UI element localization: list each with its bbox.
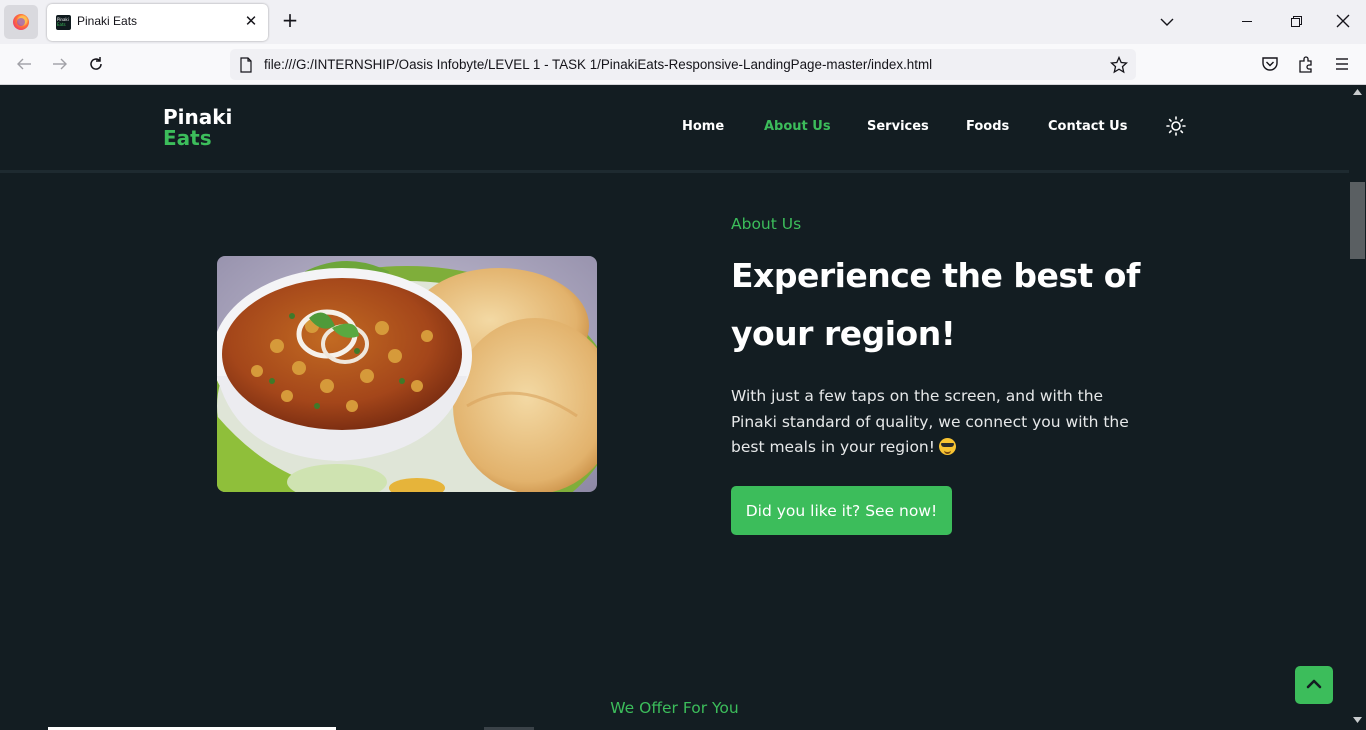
nav-link-contact-us[interactable]: Contact Us bbox=[1048, 119, 1127, 134]
firefox-logo-icon bbox=[13, 14, 29, 30]
page-icon bbox=[240, 57, 252, 73]
main-nav: Home About Us Services Foods Contact Us bbox=[0, 119, 1349, 139]
tab-close-icon[interactable]: ✕ bbox=[243, 14, 259, 30]
pocket-icon[interactable] bbox=[1261, 55, 1279, 73]
browser-nav-bar: file:///G:/INTERNSHIP/Oasis Infobyte/LEV… bbox=[0, 44, 1366, 85]
site-header: Pinaki Eats Home About Us Services Foods… bbox=[0, 85, 1349, 173]
nav-link-foods[interactable]: Foods bbox=[966, 119, 1009, 134]
scroll-down-arrow-icon[interactable] bbox=[1353, 717, 1362, 723]
web-page: Pinaki Eats Home About Us Services Foods… bbox=[0, 85, 1349, 730]
window-minimize-icon[interactable] bbox=[1242, 21, 1252, 22]
url-bar[interactable]: file:///G:/INTERNSHIP/Oasis Infobyte/LEV… bbox=[230, 49, 1136, 80]
browser-tab[interactable]: Pinaki Eats Pinaki Eats ✕ bbox=[47, 4, 268, 41]
list-all-tabs-icon[interactable] bbox=[1158, 13, 1176, 31]
bookmark-star-icon[interactable] bbox=[1110, 56, 1128, 74]
window-restore-icon[interactable] bbox=[1291, 16, 1302, 27]
favicon-text-2: Eats bbox=[57, 22, 66, 27]
extensions-icon[interactable] bbox=[1297, 55, 1315, 73]
about-description-text: With just a few taps on the screen, and … bbox=[731, 387, 1129, 456]
food-image bbox=[217, 256, 597, 492]
page-scrollbar[interactable] bbox=[1349, 85, 1366, 730]
scroll-up-arrow-icon[interactable] bbox=[1353, 89, 1362, 95]
sunglasses-emoji-icon bbox=[938, 438, 956, 455]
tab-favicon: Pinaki Eats bbox=[56, 15, 71, 30]
chevron-up-icon bbox=[1306, 679, 1322, 689]
about-kicker: About Us bbox=[731, 215, 802, 233]
tab-title: Pinaki Eats bbox=[77, 14, 138, 28]
nav-link-about-us[interactable]: About Us bbox=[764, 119, 831, 134]
browser-tab-bar: Pinaki Eats Pinaki Eats ✕ + bbox=[0, 0, 1366, 44]
nav-link-home[interactable]: Home bbox=[682, 119, 724, 134]
nav-link-services[interactable]: Services bbox=[867, 119, 929, 134]
sun-icon[interactable] bbox=[1166, 116, 1186, 136]
new-tab-button[interactable]: + bbox=[280, 10, 300, 31]
url-text[interactable]: file:///G:/INTERNSHIP/Oasis Infobyte/LEV… bbox=[264, 57, 932, 72]
back-arrow-icon[interactable] bbox=[15, 55, 33, 73]
about-title: Experience the best of your region! bbox=[731, 256, 1140, 353]
offer-heading: We Offer For You bbox=[610, 699, 739, 717]
scrollbar-thumb[interactable] bbox=[1350, 182, 1365, 259]
scroll-to-top-button[interactable] bbox=[1295, 666, 1333, 704]
firefox-menu-button[interactable] bbox=[4, 5, 38, 39]
see-now-button[interactable]: Did you like it? See now! bbox=[731, 486, 952, 535]
hamburger-menu-icon[interactable] bbox=[1333, 55, 1351, 73]
window-close-icon[interactable] bbox=[1334, 12, 1352, 30]
forward-arrow-icon[interactable] bbox=[51, 55, 69, 73]
about-description: With just a few taps on the screen, and … bbox=[731, 384, 1151, 461]
reload-icon[interactable] bbox=[87, 55, 105, 73]
